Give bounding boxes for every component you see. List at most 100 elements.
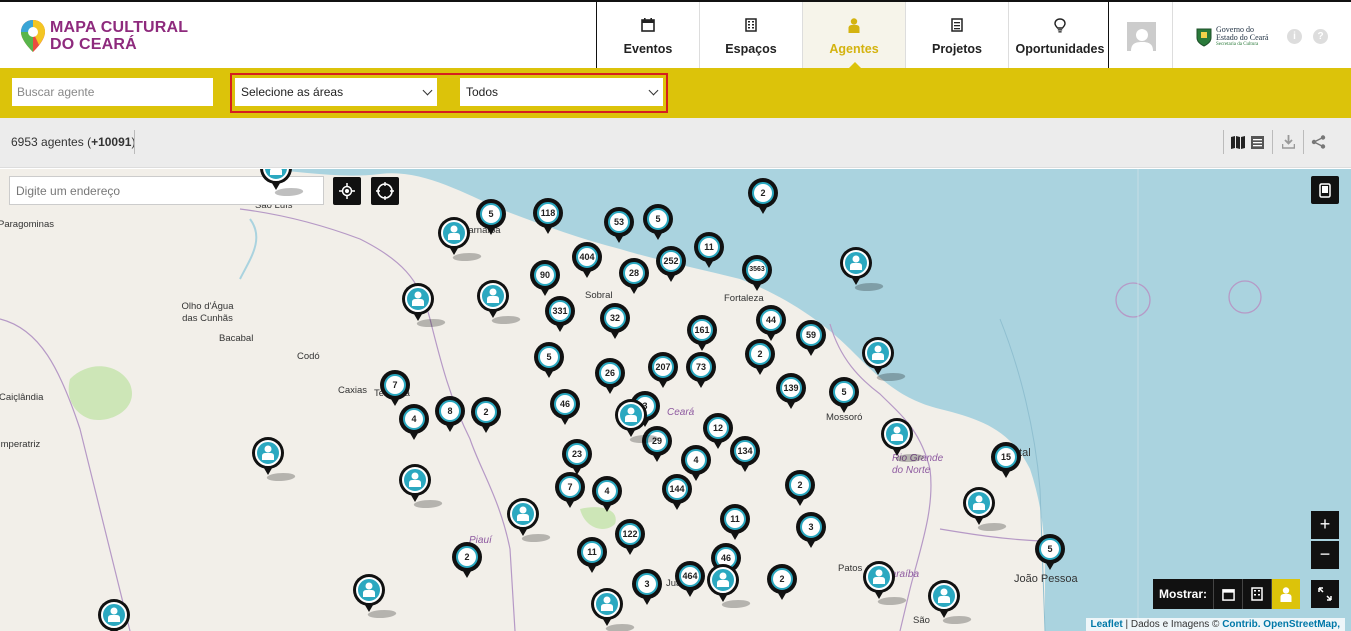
cluster-marker[interactable]: 207 <box>646 352 680 396</box>
locate-me-button[interactable] <box>333 177 361 205</box>
cluster-count: 23 <box>566 443 588 465</box>
cluster-marker[interactable]: 3563 <box>740 255 774 299</box>
cluster-marker[interactable]: 134 <box>728 436 762 480</box>
cluster-marker[interactable]: 5 <box>641 204 675 248</box>
cluster-count: 4 <box>685 449 707 471</box>
search-agent-input[interactable] <box>12 78 213 106</box>
cluster-marker[interactable]: 2 <box>765 564 799 608</box>
cluster-marker[interactable]: 4 <box>397 404 431 448</box>
cluster-marker[interactable]: 11 <box>575 537 609 581</box>
place-label: Caxias <box>338 385 368 396</box>
show-events-toggle[interactable] <box>1213 579 1242 609</box>
cluster-marker[interactable]: 331 <box>543 296 577 340</box>
cluster-marker[interactable]: 2 <box>746 178 780 222</box>
agent-marker[interactable] <box>398 464 445 510</box>
agent-marker[interactable] <box>927 580 974 626</box>
cluster-marker[interactable]: 59 <box>794 320 828 364</box>
areas-select[interactable]: Selecione as áreas <box>235 78 437 106</box>
download-button[interactable] <box>1282 132 1295 152</box>
osm-link[interactable]: Contrib. OpenStreetMap, <box>1222 619 1340 630</box>
cluster-marker[interactable]: 8 <box>433 396 467 440</box>
cluster-marker[interactable]: 144 <box>660 474 694 518</box>
show-spaces-toggle[interactable] <box>1242 579 1271 609</box>
agent-marker[interactable] <box>839 247 886 293</box>
cluster-marker[interactable]: 2 <box>450 542 484 586</box>
cluster-marker[interactable]: 2 <box>783 470 817 514</box>
cluster-marker[interactable]: 252 <box>654 246 688 290</box>
nav-oportunidades[interactable]: Oportunidades <box>1008 2 1111 68</box>
crosshair-icon <box>339 183 355 199</box>
zoom-in-button[interactable]: + <box>1311 511 1339 539</box>
cluster-count: 2 <box>789 474 811 496</box>
gov-line-3: Secretaria da Cultura <box>1216 42 1259 47</box>
list-view-button[interactable] <box>1251 132 1264 152</box>
agent-marker[interactable] <box>962 487 1009 533</box>
cluster-marker[interactable]: 53 <box>602 207 636 251</box>
cluster-marker[interactable]: 46 <box>548 389 582 433</box>
cluster-marker[interactable]: 7 <box>553 472 587 516</box>
cluster-marker[interactable]: 4 <box>590 476 624 520</box>
nav-agentes[interactable]: Agentes <box>802 2 905 69</box>
agent-marker[interactable] <box>401 283 448 329</box>
cluster-marker[interactable]: 118 <box>531 198 565 242</box>
agent-marker[interactable] <box>506 498 553 544</box>
agent-marker[interactable] <box>476 280 523 326</box>
user-avatar[interactable] <box>1127 22 1156 51</box>
cluster-marker[interactable]: 73 <box>684 352 718 396</box>
cluster-count: 59 <box>800 324 822 346</box>
help-button[interactable]: ? <box>1313 29 1328 44</box>
map-canvas[interactable]: São Luís Paragominas Olho d'Água das Cun… <box>0 169 1351 631</box>
cluster-count: 5 <box>480 203 502 225</box>
cluster-marker[interactable]: 32 <box>598 303 632 347</box>
nav-eventos[interactable]: Eventos <box>596 2 699 68</box>
agent-marker[interactable] <box>861 337 908 383</box>
app-logo[interactable]: MAPA CULTURAL DO CEARÁ <box>20 16 188 56</box>
person-icon <box>363 582 375 597</box>
show-agents-toggle[interactable] <box>1271 579 1301 609</box>
nav-projetos[interactable]: Projetos <box>905 2 1008 68</box>
cluster-marker[interactable]: 5 <box>474 199 508 243</box>
agent-marker[interactable] <box>862 561 909 607</box>
cluster-marker[interactable]: 26 <box>593 358 627 402</box>
cluster-marker[interactable]: 122 <box>613 519 647 563</box>
leaflet-link[interactable]: Leaflet <box>1091 619 1123 630</box>
zoom-out-button[interactable]: − <box>1311 541 1339 569</box>
person-icon <box>891 426 903 441</box>
cluster-marker[interactable]: 15 <box>989 442 1023 486</box>
agent-marker[interactable] <box>437 217 484 263</box>
agent-marker[interactable] <box>352 574 399 620</box>
person-icon <box>1280 586 1292 602</box>
agent-marker[interactable] <box>259 169 306 198</box>
agent-marker[interactable] <box>97 599 131 631</box>
cluster-marker[interactable]: 3 <box>794 512 828 556</box>
toggle-panel-button[interactable] <box>1311 176 1339 204</box>
nav-espacos[interactable]: Espaços <box>699 2 802 68</box>
cluster-marker[interactable]: 404 <box>570 242 604 286</box>
cluster-marker[interactable]: 5 <box>827 377 861 421</box>
agent-marker[interactable] <box>880 418 927 464</box>
cluster-marker[interactable]: 5 <box>1033 534 1067 578</box>
cluster-marker[interactable]: 11 <box>692 232 726 276</box>
cluster-count: 46 <box>554 393 576 415</box>
cluster-marker[interactable]: 139 <box>774 373 808 417</box>
type-select[interactable]: Todos <box>460 78 663 106</box>
government-logo[interactable]: Governo do Estado do Ceará Secretaria da… <box>1196 26 1268 48</box>
agent-marker[interactable] <box>706 564 753 610</box>
person-icon <box>517 506 529 521</box>
agent-marker[interactable] <box>251 437 298 483</box>
cluster-marker[interactable]: 28 <box>617 258 651 302</box>
agent-marker[interactable] <box>590 588 637 631</box>
share-button[interactable] <box>1311 132 1326 152</box>
map-view-button[interactable] <box>1231 132 1245 152</box>
cluster-marker[interactable]: 464 <box>673 561 707 605</box>
cluster-marker[interactable]: 5 <box>532 342 566 386</box>
radius-search-button[interactable] <box>371 177 399 205</box>
cluster-marker[interactable]: 2 <box>469 397 503 441</box>
cluster-marker[interactable]: 3 <box>630 569 664 613</box>
info-button[interactable]: i <box>1287 29 1302 44</box>
cluster-count: 3 <box>800 516 822 538</box>
agent-marker[interactable] <box>614 399 661 445</box>
cluster-marker[interactable]: 2 <box>743 339 777 383</box>
cluster-marker[interactable]: 11 <box>718 504 752 548</box>
fullscreen-button[interactable] <box>1311 580 1339 608</box>
